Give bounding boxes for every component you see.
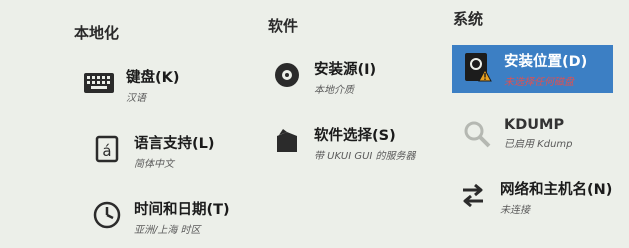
keyboard-title: 键盘(K) xyxy=(126,70,180,86)
language-icon: á xyxy=(90,132,124,166)
software-selection-title: 软件选择(S) xyxy=(314,128,396,144)
localization-heading: 本地化 xyxy=(74,24,120,42)
installation-destination-title: 安装位置(D) xyxy=(504,54,588,70)
clock-icon xyxy=(90,198,124,232)
datetime-status: 亚洲/上海 时区 xyxy=(134,225,201,236)
harddisk-warning-icon xyxy=(460,50,494,84)
disc-icon xyxy=(270,58,304,92)
software-selection-spoke[interactable]: 软件选择(S) 带 UKUI GUI 的服务器 xyxy=(270,124,416,162)
software-heading: 软件 xyxy=(268,17,299,35)
keyboard-spoke[interactable]: 键盘(K) 汉语 xyxy=(82,66,180,104)
kdump-title: KDUMP xyxy=(504,117,565,133)
installation-destination-spoke[interactable]: 安装位置(D) 未选择任何磁盘 xyxy=(452,45,613,93)
language-title: 语言支持(L) xyxy=(134,136,215,152)
language-spoke[interactable]: á 语言支持(L) 简体中文 xyxy=(90,132,215,170)
network-spoke[interactable]: 网络和主机名(N) 未连接 xyxy=(456,178,612,216)
package-icon xyxy=(270,124,304,158)
network-title: 网络和主机名(N) xyxy=(500,182,613,198)
network-arrows-icon xyxy=(456,178,490,212)
svg-text:á: á xyxy=(102,142,111,160)
keyboard-status: 汉语 xyxy=(126,93,146,104)
kdump-spoke[interactable]: KDUMP 已启用 Kdump xyxy=(460,117,573,151)
system-heading: 系统 xyxy=(453,10,484,28)
software-selection-status: 带 UKUI GUI 的服务器 xyxy=(314,151,416,162)
network-status: 未连接 xyxy=(500,205,530,216)
installation-destination-status: 未选择任何磁盘 xyxy=(504,77,574,88)
kdump-status: 已启用 Kdump xyxy=(504,139,573,150)
datetime-title: 时间和日期(T) xyxy=(134,202,230,218)
installation-source-spoke[interactable]: 安装源(I) 本地介质 xyxy=(270,58,376,96)
language-status: 简体中文 xyxy=(134,159,174,170)
installation-source-status: 本地介质 xyxy=(314,85,354,96)
keyboard-icon xyxy=(82,66,116,100)
installation-source-title: 安装源(I) xyxy=(314,62,377,78)
search-icon xyxy=(460,117,494,151)
datetime-spoke[interactable]: 时间和日期(T) 亚洲/上海 时区 xyxy=(90,198,230,236)
